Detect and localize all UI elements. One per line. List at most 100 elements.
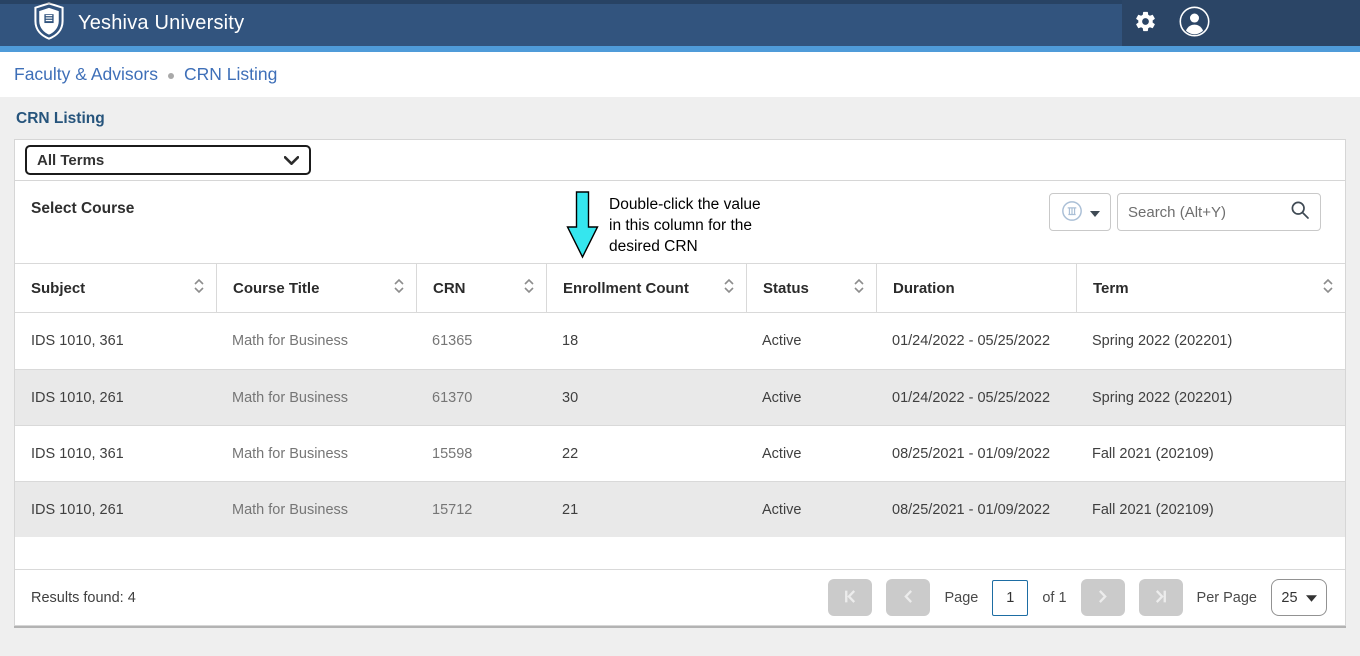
cell-subject[interactable]: IDS 1010, 361 [15,333,216,349]
term-panel: All Terms [14,139,1346,181]
pagination: Page of 1 Per Page 25 [828,579,1327,616]
cell-term[interactable]: Spring 2022 (202201) [1076,333,1345,349]
sort-icon[interactable] [724,278,734,299]
down-arrow-icon [566,191,599,264]
column-label: Subject [31,280,85,297]
cell-subject[interactable]: IDS 1010, 261 [15,502,216,518]
column-header-subject[interactable]: Subject [15,264,216,312]
column-header-crn[interactable]: CRN [416,264,546,312]
table-row[interactable]: IDS 1010, 261Math for Business1571221Act… [15,481,1345,537]
table-header-row: Subject Course Title CRN Enrollment Count St… [15,263,1345,313]
cell-course-title[interactable]: Math for Business [216,390,416,406]
cell-subject[interactable]: IDS 1010, 261 [15,390,216,406]
breadcrumb: Faculty & Advisors CRN Listing [0,52,1360,97]
last-page-icon [1152,588,1169,608]
columns-circle-icon [1061,200,1083,225]
cell-term[interactable]: Spring 2022 (202201) [1076,390,1345,406]
page-number-input[interactable] [992,580,1028,616]
table-footer: Results found: 4 Page of 1 [15,569,1345,625]
previous-page-button[interactable] [886,579,930,616]
cell-crn[interactable]: 61370 [416,390,546,406]
cell-duration[interactable]: 08/25/2021 - 01/09/2022 [876,502,1076,518]
per-page-label: Per Page [1197,590,1257,606]
column-header-course-title[interactable]: Course Title [216,264,416,312]
gear-icon [1134,10,1157,36]
cell-status[interactable]: Active [746,390,876,406]
cell-enrollment-count[interactable]: 21 [546,502,746,518]
breadcrumb-faculty-advisors[interactable]: Faculty & Advisors [14,64,158,85]
cell-enrollment-count[interactable]: 18 [546,333,746,349]
cell-course-title[interactable]: Math for Business [216,446,416,462]
university-logo-icon [32,2,66,45]
column-label: Course Title [233,280,319,297]
cell-crn[interactable]: 15712 [416,502,546,518]
caret-down-icon [1306,590,1317,606]
cell-duration[interactable]: 08/25/2021 - 01/09/2022 [876,446,1076,462]
column-label: Enrollment Count [563,280,689,297]
filter-columns-button[interactable] [1049,193,1111,231]
cell-crn[interactable]: 61365 [416,333,546,349]
page-title: CRN Listing [14,97,1346,139]
brand[interactable]: Yeshiva University [0,2,244,45]
column-header-status[interactable]: Status [746,264,876,312]
column-header-duration: Duration [876,264,1076,312]
settings-button[interactable] [1134,10,1157,36]
search-box [1117,193,1321,231]
first-page-icon [842,588,859,608]
column-label: Status [763,280,809,297]
empty-row-strip [15,537,1345,569]
column-label: Term [1093,280,1129,297]
sort-icon[interactable] [194,278,204,299]
cell-status[interactable]: Active [746,446,876,462]
cell-crn[interactable]: 15598 [416,446,546,462]
column-header-enrollment-count[interactable]: Enrollment Count [546,264,746,312]
course-panel: Select Course Double-click the value in … [14,181,1346,626]
chevron-down-icon [284,152,299,169]
profile-button[interactable] [1179,6,1210,40]
first-page-button[interactable] [828,579,872,616]
search-icon[interactable] [1290,200,1310,225]
table-row[interactable]: IDS 1010, 361Math for Business6136518Act… [15,313,1345,369]
next-page-button[interactable] [1081,579,1125,616]
cell-status[interactable]: Active [746,333,876,349]
term-select-value: All Terms [37,152,104,169]
cell-enrollment-count[interactable]: 30 [546,390,746,406]
course-toolbar: Select Course Double-click the value in … [15,181,1345,263]
cell-duration[interactable]: 01/24/2022 - 05/25/2022 [876,333,1076,349]
brand-name: Yeshiva University [78,12,244,35]
profile-icon [1179,6,1210,40]
search-input[interactable] [1128,204,1290,221]
sort-icon[interactable] [524,278,534,299]
cell-course-title[interactable]: Math for Business [216,502,416,518]
sort-icon[interactable] [854,278,864,299]
term-select[interactable]: All Terms [25,145,311,175]
header-tools [1122,0,1360,46]
column-label: CRN [433,280,466,297]
cell-status[interactable]: Active [746,502,876,518]
breadcrumb-separator-dot [168,73,174,79]
app-header: Yeshiva University [0,0,1360,46]
cell-course-title[interactable]: Math for Business [216,333,416,349]
table-row[interactable]: IDS 1010, 361Math for Business1559822Act… [15,425,1345,481]
caret-down-icon [1090,205,1100,220]
table-row[interactable]: IDS 1010, 261Math for Business6137030Act… [15,369,1345,425]
annotation-overlay: Double-click the value in this column fo… [566,191,761,264]
sort-icon[interactable] [1323,278,1333,299]
sort-icon[interactable] [394,278,404,299]
annotation-text: Double-click the value in this column fo… [609,194,761,264]
cell-term[interactable]: Fall 2021 (202109) [1076,502,1345,518]
per-page-select[interactable]: 25 [1271,579,1327,616]
page-label: Page [944,590,978,606]
of-pages-label: of 1 [1042,590,1066,606]
select-course-title: Select Course [31,200,134,218]
cell-enrollment-count[interactable]: 22 [546,446,746,462]
column-header-term[interactable]: Term [1076,264,1345,312]
results-count: Results found: 4 [31,590,136,606]
breadcrumb-crn-listing[interactable]: CRN Listing [184,64,277,85]
per-page-value: 25 [1281,590,1297,606]
last-page-button[interactable] [1139,579,1183,616]
column-label: Duration [893,280,955,297]
cell-duration[interactable]: 01/24/2022 - 05/25/2022 [876,390,1076,406]
cell-term[interactable]: Fall 2021 (202109) [1076,446,1345,462]
cell-subject[interactable]: IDS 1010, 361 [15,446,216,462]
